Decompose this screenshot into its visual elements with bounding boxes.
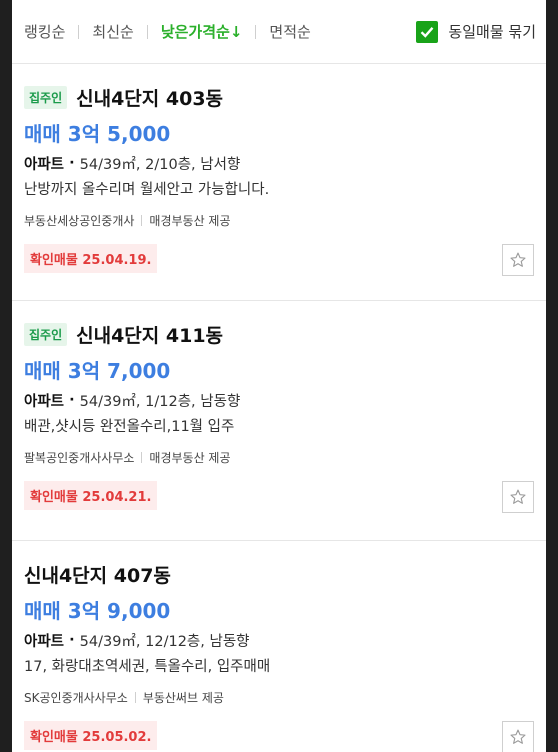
star-icon — [510, 729, 526, 744]
favorite-button[interactable] — [502, 481, 534, 513]
favorite-button[interactable] — [502, 244, 534, 276]
property-type: 아파트 — [24, 633, 65, 650]
agent-name[interactable]: 팔복공인중개사사무소 — [24, 449, 134, 466]
agent-name[interactable]: 부동산세상공인중개사 — [24, 212, 134, 229]
listing-item[interactable]: 집주인 신내4단지 411동 매매 3억 7,000 아파트 · 54/39㎡,… — [12, 301, 546, 541]
spec-detail: 54/39㎡, 12/12층, 남동향 — [79, 633, 250, 650]
confirmed-badge: 확인매물 25.04.21. — [24, 481, 158, 510]
divider — [141, 451, 143, 463]
confirmed-badge: 확인매물 25.04.19. — [24, 244, 158, 273]
listing-item[interactable]: 신내4단지 407동 매매 3억 9,000 아파트 · 54/39㎡, 12/… — [12, 541, 546, 752]
divider — [255, 24, 257, 39]
star-icon — [510, 489, 526, 504]
divider — [134, 691, 136, 703]
listing-panel: 랭킹순 최신순 낮은가격순↓ 면적순 동일매물 묶기 집주인 신내4단지 403… — [12, 0, 546, 752]
price-value: 3억 5,000 — [67, 121, 171, 146]
listing-spec: 아파트 · 54/39㎡, 2/10층, 남서향 — [24, 152, 534, 174]
check-icon — [421, 26, 434, 38]
listing-title[interactable]: 신내4단지 403동 — [76, 84, 223, 111]
listing-spec: 아파트 · 54/39㎡, 1/12층, 남동향 — [24, 389, 534, 411]
price-value: 3억 7,000 — [67, 358, 171, 383]
spec-detail: 54/39㎡, 2/10층, 남서향 — [79, 156, 241, 173]
property-type: 아파트 — [24, 156, 65, 173]
agent-info: SK공인중개사사무소 부동산써브 제공 — [24, 687, 534, 707]
owner-badge: 집주인 — [24, 85, 68, 109]
listing-description: 난방까지 올수리며 월세안고 가능합니다. — [24, 182, 270, 198]
property-type: 아파트 — [24, 393, 65, 410]
deal-type: 매매 — [24, 358, 61, 383]
sort-latest[interactable]: 최신순 — [92, 21, 133, 42]
divider — [78, 24, 80, 39]
divider — [146, 24, 148, 39]
divider — [141, 214, 143, 226]
group-same-checkbox[interactable] — [416, 20, 439, 43]
listing-title[interactable]: 신내4단지 411동 — [76, 321, 223, 348]
sort-ranking[interactable]: 랭킹순 — [24, 21, 65, 42]
deal-type: 매매 — [24, 121, 61, 146]
agent-name[interactable]: SK공인중개사사무소 — [24, 689, 128, 706]
favorite-button[interactable] — [502, 721, 534, 752]
group-same-listings-toggle[interactable]: 동일매물 묶기 — [416, 20, 536, 43]
sort-low-price[interactable]: 낮은가격순↓ — [161, 21, 243, 42]
listing-price: 매매 3억 9,000 — [24, 595, 534, 623]
owner-badge: 집주인 — [24, 322, 68, 346]
provider-name: 부동산써브 제공 — [142, 690, 224, 705]
sort-area[interactable]: 면적순 — [269, 21, 310, 42]
confirmed-badge: 확인매물 25.05.02. — [24, 721, 158, 750]
provider-name: 매경부동산 제공 — [149, 213, 231, 228]
price-value: 3억 9,000 — [67, 598, 171, 623]
listing-item[interactable]: 집주인 신내4단지 403동 매매 3억 5,000 아파트 · 54/39㎡,… — [12, 64, 546, 301]
agent-info: 부동산세상공인중개사 매경부동산 제공 — [24, 210, 534, 230]
star-icon — [510, 252, 526, 267]
sort-bar: 랭킹순 최신순 낮은가격순↓ 면적순 동일매물 묶기 — [12, 0, 546, 64]
listing-price: 매매 3억 7,000 — [24, 355, 534, 383]
listing-price: 매매 3억 5,000 — [24, 118, 534, 146]
provider-name: 매경부동산 제공 — [149, 450, 231, 465]
listing-description: 배관,샷시등 완전올수리,11월 입주 — [24, 419, 235, 435]
agent-info: 팔복공인중개사사무소 매경부동산 제공 — [24, 447, 534, 467]
listing-description: 17, 화랑대초역세권, 특올수리, 입주매매 — [24, 659, 271, 675]
listing-spec: 아파트 · 54/39㎡, 12/12층, 남동향 — [24, 629, 534, 651]
spec-detail: 54/39㎡, 1/12층, 남동향 — [79, 393, 241, 410]
deal-type: 매매 — [24, 598, 61, 623]
group-same-label: 동일매물 묶기 — [448, 23, 536, 41]
listing-title[interactable]: 신내4단지 407동 — [24, 561, 171, 588]
